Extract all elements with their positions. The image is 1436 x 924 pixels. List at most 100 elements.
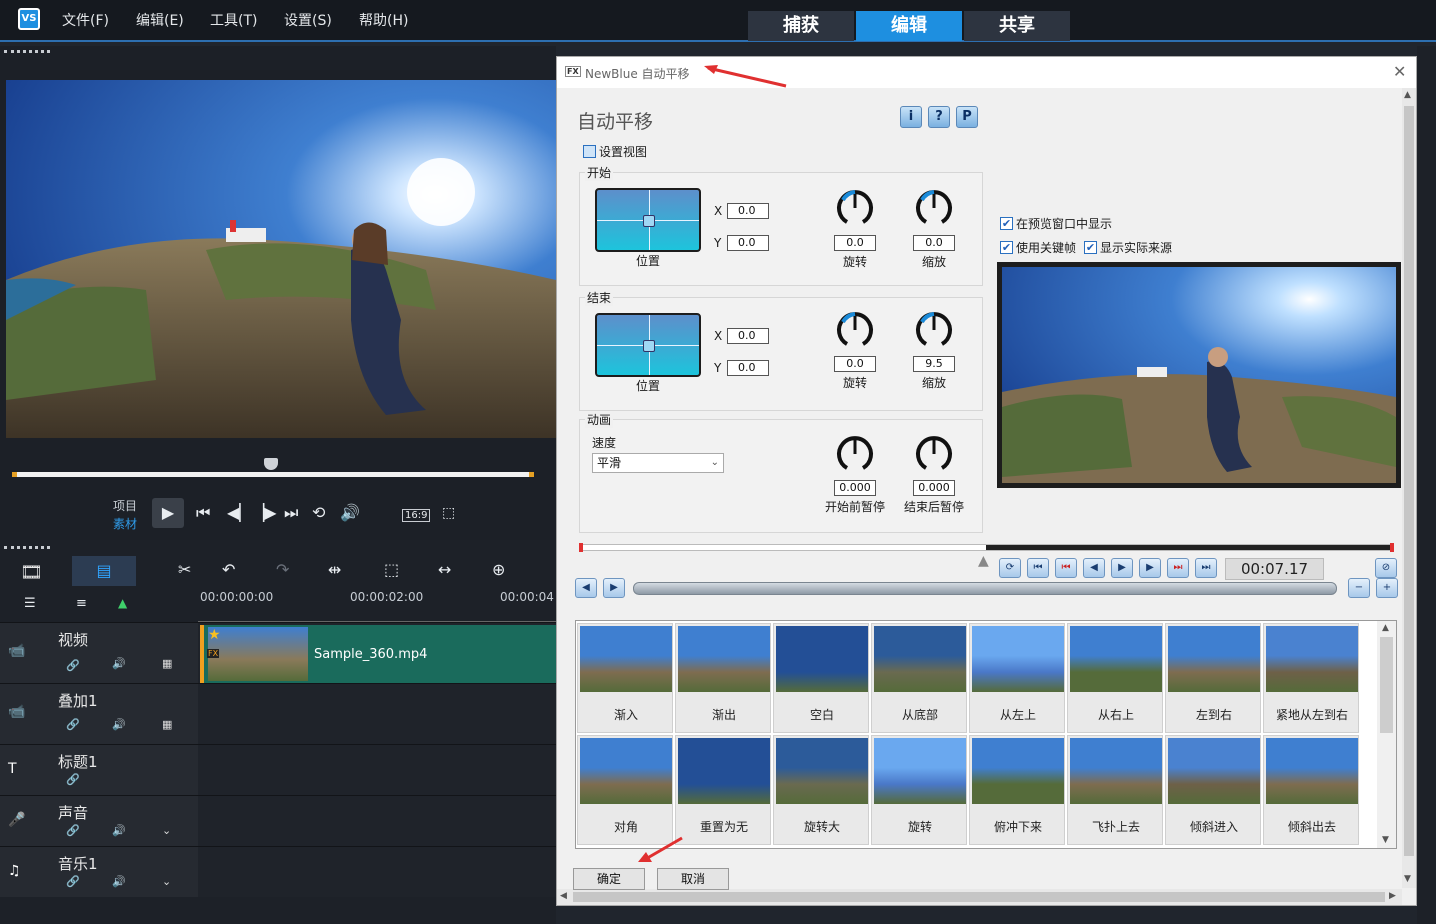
play-button[interactable]: ▶ [152, 498, 184, 528]
storyboard-view-icon[interactable]: 🎞 [20, 562, 43, 583]
preset-item[interactable]: 重置为无 [675, 735, 771, 845]
time-ruler[interactable]: 00:00:00:00 00:00:02:00 00:00:04 [198, 586, 556, 622]
show-source-checkbox[interactable]: ✔ [1084, 241, 1097, 254]
add-chapter-icon[interactable]: ≡ [76, 596, 87, 611]
tab-share[interactable]: 共享 [964, 11, 1070, 41]
go-end-button[interactable]: ⏭ [1195, 558, 1217, 578]
mute-icon[interactable]: 🔊 [112, 824, 126, 837]
go-start-icon[interactable]: ⏮ [196, 503, 210, 523]
end-zoom-input[interactable]: 9.5 [913, 356, 955, 372]
scroll-left-icon[interactable]: ◀ [560, 891, 567, 901]
scrubber-bar[interactable] [12, 472, 534, 477]
scroll-thumb[interactable] [1380, 637, 1393, 733]
preset-item[interactable]: 从左上 [969, 623, 1065, 733]
undo-icon[interactable]: ↶ [222, 560, 235, 579]
speed-select[interactable]: 平滑 ⌄ [592, 453, 724, 473]
info-button[interactable]: i [900, 106, 922, 128]
preset-item[interactable]: 俯冲下来 [969, 735, 1065, 845]
preset-item[interactable]: 旋转 [871, 735, 967, 845]
zoom-out-button[interactable]: − [1348, 578, 1370, 598]
position-handle[interactable] [643, 215, 655, 227]
end-y-input[interactable]: 0.0 [727, 360, 769, 376]
zoom-track[interactable] [633, 582, 1337, 595]
scroll-thumb[interactable] [1404, 106, 1414, 856]
start-position-pad[interactable] [595, 188, 701, 252]
video-preview[interactable] [6, 80, 556, 438]
timeline-view-button[interactable]: ▤ [72, 556, 136, 586]
end-zoom-knob[interactable] [914, 310, 954, 350]
close-icon[interactable]: ✕ [1393, 62, 1406, 81]
expand-icon[interactable]: ⌄ [162, 875, 171, 888]
end-rotate-knob[interactable] [835, 310, 875, 350]
play-button[interactable]: ▶ [1111, 558, 1133, 578]
tools-icon[interactable]: ✂ [178, 560, 191, 579]
video-clip[interactable]: ★ FX Sample_360.mp4 [200, 625, 556, 683]
voice-track-lane[interactable] [198, 795, 556, 846]
mark-in-button[interactable]: ⏮ [1055, 558, 1077, 578]
track-music[interactable]: ♫ 音乐1 🔗 🔊 ⌄ [0, 846, 198, 897]
loop-button[interactable]: ⟳ [999, 558, 1021, 578]
slider-thumb-icon[interactable]: ▲ [978, 553, 989, 569]
end-rotate-input[interactable]: 0.0 [834, 356, 876, 372]
timeline-grip[interactable] [4, 546, 50, 549]
link-icon[interactable]: 🔗 [66, 875, 80, 888]
pause-after-knob[interactable] [914, 434, 954, 474]
show-in-preview-checkbox[interactable]: ✔ [1000, 217, 1013, 230]
grid-icon[interactable]: ▦ [162, 657, 172, 670]
pause-before-knob[interactable] [835, 434, 875, 474]
start-zoom-input[interactable]: 0.0 [913, 235, 955, 251]
menu-edit[interactable]: 编辑(E) [136, 10, 184, 30]
dialog-scrollbar[interactable]: ▲ ▼ [1402, 88, 1416, 888]
preset-item[interactable]: 紧地从左到右 [1263, 623, 1359, 733]
next-frame-button[interactable]: ▶ [1139, 558, 1161, 578]
menu-tools[interactable]: 工具(T) [210, 10, 257, 30]
repeat-icon[interactable]: ⟲ [312, 503, 325, 522]
tab-capture[interactable]: 捕获 [748, 11, 854, 41]
overlay-track-lane[interactable] [198, 683, 556, 744]
preset-item[interactable]: 倾斜出去 [1263, 735, 1359, 845]
use-keyframes-checkbox[interactable]: ✔ [1000, 241, 1013, 254]
cancel-button[interactable]: 取消 [657, 868, 729, 890]
volume-icon[interactable]: 🔊 [340, 503, 360, 522]
split-icon[interactable]: ↔ [438, 560, 451, 579]
preset-item[interactable]: 从底部 [871, 623, 967, 733]
menu-file[interactable]: 文件(F) [62, 10, 109, 30]
start-rotate-input[interactable]: 0.0 [834, 235, 876, 251]
grid-icon[interactable]: ▦ [162, 718, 172, 731]
expand-icon[interactable]: ⌄ [162, 824, 171, 837]
record-screen-icon[interactable]: ⬚ [384, 560, 399, 579]
start-keyframe-marker[interactable] [579, 543, 583, 552]
dialog-preview[interactable] [997, 262, 1401, 488]
help-button[interactable]: ? [928, 106, 950, 128]
app-logo-icon[interactable]: VS [18, 8, 40, 30]
ripple-edit-icon[interactable]: ▲ [118, 596, 127, 610]
music-track-lane[interactable] [198, 846, 556, 897]
track-overlay[interactable]: 📹 叠加1 🔗 🔊 ▦ [0, 683, 198, 744]
crop-icon[interactable]: ⬚ [442, 505, 455, 521]
dialog-titlebar[interactable]: FX NewBlue 自动平移 ✕ [557, 57, 1416, 88]
scroll-right-icon[interactable]: ▶ [1389, 891, 1396, 901]
preset-item[interactable]: 渐入 [577, 623, 673, 733]
end-keyframe-marker[interactable] [1390, 543, 1394, 552]
end-position-pad[interactable] [595, 313, 701, 377]
start-x-input[interactable]: 0.0 [727, 203, 769, 219]
mute-icon[interactable]: 🔊 [112, 657, 126, 670]
project-mode-label[interactable]: 项目 [113, 497, 137, 514]
link-icon[interactable]: 🔗 [66, 773, 80, 786]
track-title[interactable]: T 标题1 🔗 [0, 744, 198, 795]
clip-mode-label[interactable]: 素材 [113, 515, 137, 532]
mute-icon[interactable]: 🔊 [112, 718, 126, 731]
preset-item[interactable]: 对角 [577, 735, 673, 845]
video-track-lane[interactable]: ★ FX Sample_360.mp4 [198, 622, 556, 683]
track-manager-icon[interactable]: ☰ [24, 596, 36, 611]
preset-item[interactable]: 左到右 [1165, 623, 1261, 733]
link-icon[interactable]: 🔗 [66, 824, 80, 837]
preset-item[interactable]: 旋转大 [773, 735, 869, 845]
preset-item[interactable]: 空白 [773, 623, 869, 733]
redo-icon[interactable]: ↷ [276, 560, 289, 579]
keyframe-slider[interactable] [579, 543, 1394, 552]
panel-grip[interactable] [4, 50, 50, 53]
ok-button[interactable]: 确定 [573, 868, 645, 890]
mute-icon[interactable]: 🔊 [112, 875, 126, 888]
link-icon[interactable]: 🔗 [66, 659, 80, 672]
